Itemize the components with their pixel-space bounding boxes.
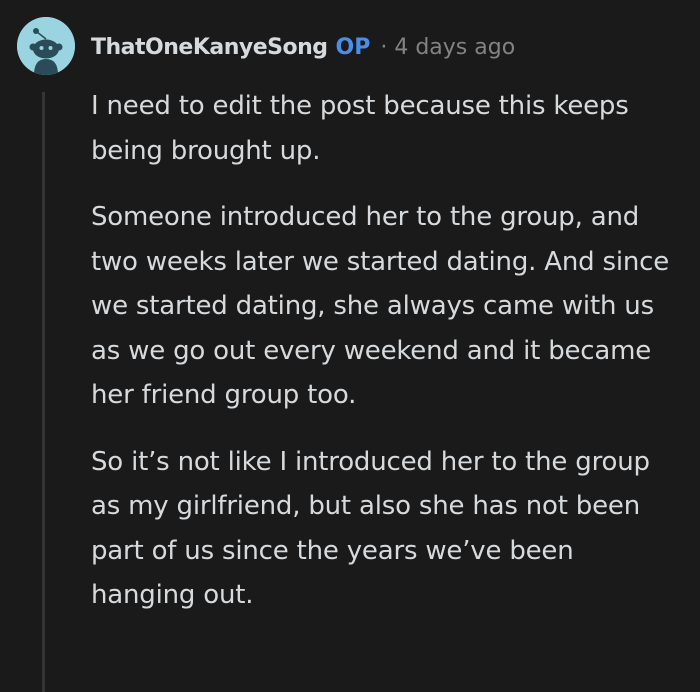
thread-collapse-line[interactable] — [42, 92, 45, 692]
comment-paragraph: I need to edit the post because this kee… — [91, 91, 629, 166]
comment-body: I need to edit the post because this kee… — [91, 84, 681, 640]
comment-paragraph: Someone introduced her to the group, and… — [91, 202, 670, 410]
avatar[interactable] — [17, 17, 75, 75]
separator-dot: · — [380, 34, 388, 60]
snoo-avatar-icon — [17, 17, 75, 75]
comment-header: ThatOneKanyeSong OP · 4 days ago — [91, 30, 515, 64]
comment-paragraph: So it’s not like I introduced her to the… — [91, 446, 650, 611]
username-link[interactable]: ThatOneKanyeSong — [91, 35, 328, 60]
op-badge: OP — [335, 34, 371, 60]
comment-timestamp[interactable]: 4 days ago — [394, 35, 515, 60]
